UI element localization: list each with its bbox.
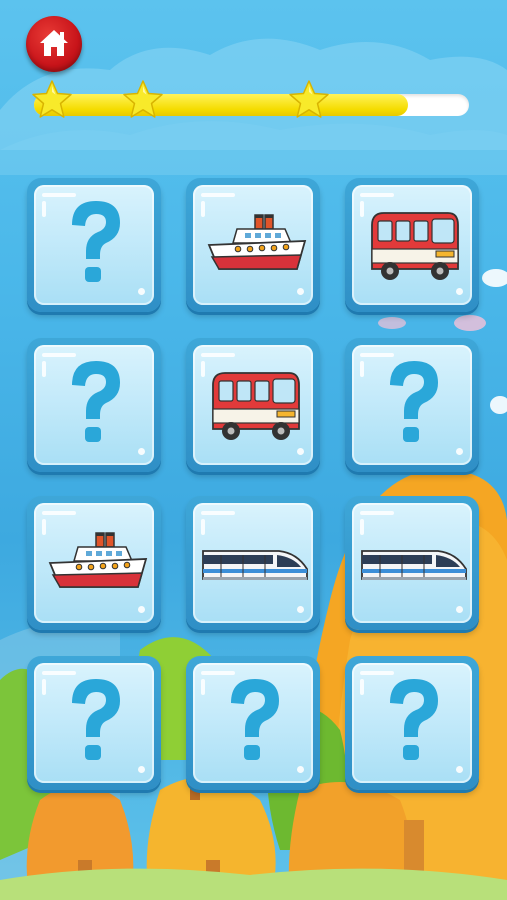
bus-icon	[371, 212, 459, 280]
card-face	[34, 185, 154, 305]
question-mark-icon	[390, 679, 438, 760]
card-shine	[42, 511, 76, 515]
home-button[interactable]	[26, 16, 82, 72]
card-shine	[360, 519, 364, 535]
card-shine	[42, 201, 46, 217]
home-icon	[40, 30, 68, 56]
card-shine	[201, 511, 235, 515]
card-shine	[456, 606, 463, 613]
ship-icon	[48, 532, 148, 588]
memory-card-revealed[interactable]	[186, 178, 320, 312]
card-shine	[42, 353, 76, 357]
card-shine	[138, 766, 145, 773]
card-shine	[201, 679, 205, 695]
train-icon	[361, 550, 467, 580]
memory-card-revealed[interactable]	[345, 496, 479, 630]
bus-icon	[212, 372, 300, 440]
progress-star-icon	[287, 78, 331, 122]
card-shine	[456, 766, 463, 773]
memory-card-hidden[interactable]	[27, 338, 161, 472]
card-shine	[138, 448, 145, 455]
card-face	[352, 503, 472, 623]
progress-fill	[34, 94, 408, 116]
card-shine	[360, 679, 364, 695]
card-shine	[360, 201, 364, 217]
card-shine	[42, 193, 76, 197]
card-face	[352, 663, 472, 783]
progress-star-icon	[30, 78, 74, 122]
card-shine	[138, 606, 145, 613]
memory-card-revealed[interactable]	[186, 338, 320, 472]
progress-bar	[34, 94, 469, 116]
card-shine	[360, 193, 394, 197]
card-shine	[138, 288, 145, 295]
memory-card-hidden[interactable]	[345, 656, 479, 790]
card-shine	[360, 511, 394, 515]
card-shine	[201, 201, 205, 217]
game-scene	[0, 0, 507, 900]
memory-card-revealed[interactable]	[27, 496, 161, 630]
card-face	[34, 345, 154, 465]
card-face	[193, 503, 313, 623]
card-shine	[456, 288, 463, 295]
card-face	[193, 185, 313, 305]
card-shine	[297, 766, 304, 773]
question-mark-icon	[72, 201, 120, 282]
train-icon	[202, 550, 308, 580]
question-mark-icon	[231, 679, 279, 760]
card-face	[34, 663, 154, 783]
card-shine	[360, 361, 364, 377]
card-shine	[201, 671, 235, 675]
card-shine	[360, 353, 394, 357]
card-shine	[201, 193, 235, 197]
card-face	[34, 503, 154, 623]
question-mark-icon	[390, 361, 438, 442]
card-shine	[42, 519, 46, 535]
card-shine	[297, 288, 304, 295]
card-shine	[42, 671, 76, 675]
memory-card-hidden[interactable]	[27, 178, 161, 312]
card-shine	[201, 519, 205, 535]
question-mark-icon	[72, 361, 120, 442]
card-shine	[42, 679, 46, 695]
card-shine	[456, 448, 463, 455]
card-face	[352, 185, 472, 305]
card-shine	[297, 448, 304, 455]
ship-icon	[207, 214, 307, 270]
card-shine	[360, 671, 394, 675]
progress-star-icon	[121, 78, 165, 122]
card-shine	[42, 361, 46, 377]
memory-card-revealed[interactable]	[186, 496, 320, 630]
card-face	[193, 345, 313, 465]
card-shine	[297, 606, 304, 613]
memory-card-hidden[interactable]	[27, 656, 161, 790]
memory-card-hidden[interactable]	[345, 338, 479, 472]
card-shine	[201, 361, 205, 377]
memory-card-hidden[interactable]	[186, 656, 320, 790]
memory-card-revealed[interactable]	[345, 178, 479, 312]
card-face	[352, 345, 472, 465]
card-shine	[201, 353, 235, 357]
question-mark-icon	[72, 679, 120, 760]
card-face	[193, 663, 313, 783]
